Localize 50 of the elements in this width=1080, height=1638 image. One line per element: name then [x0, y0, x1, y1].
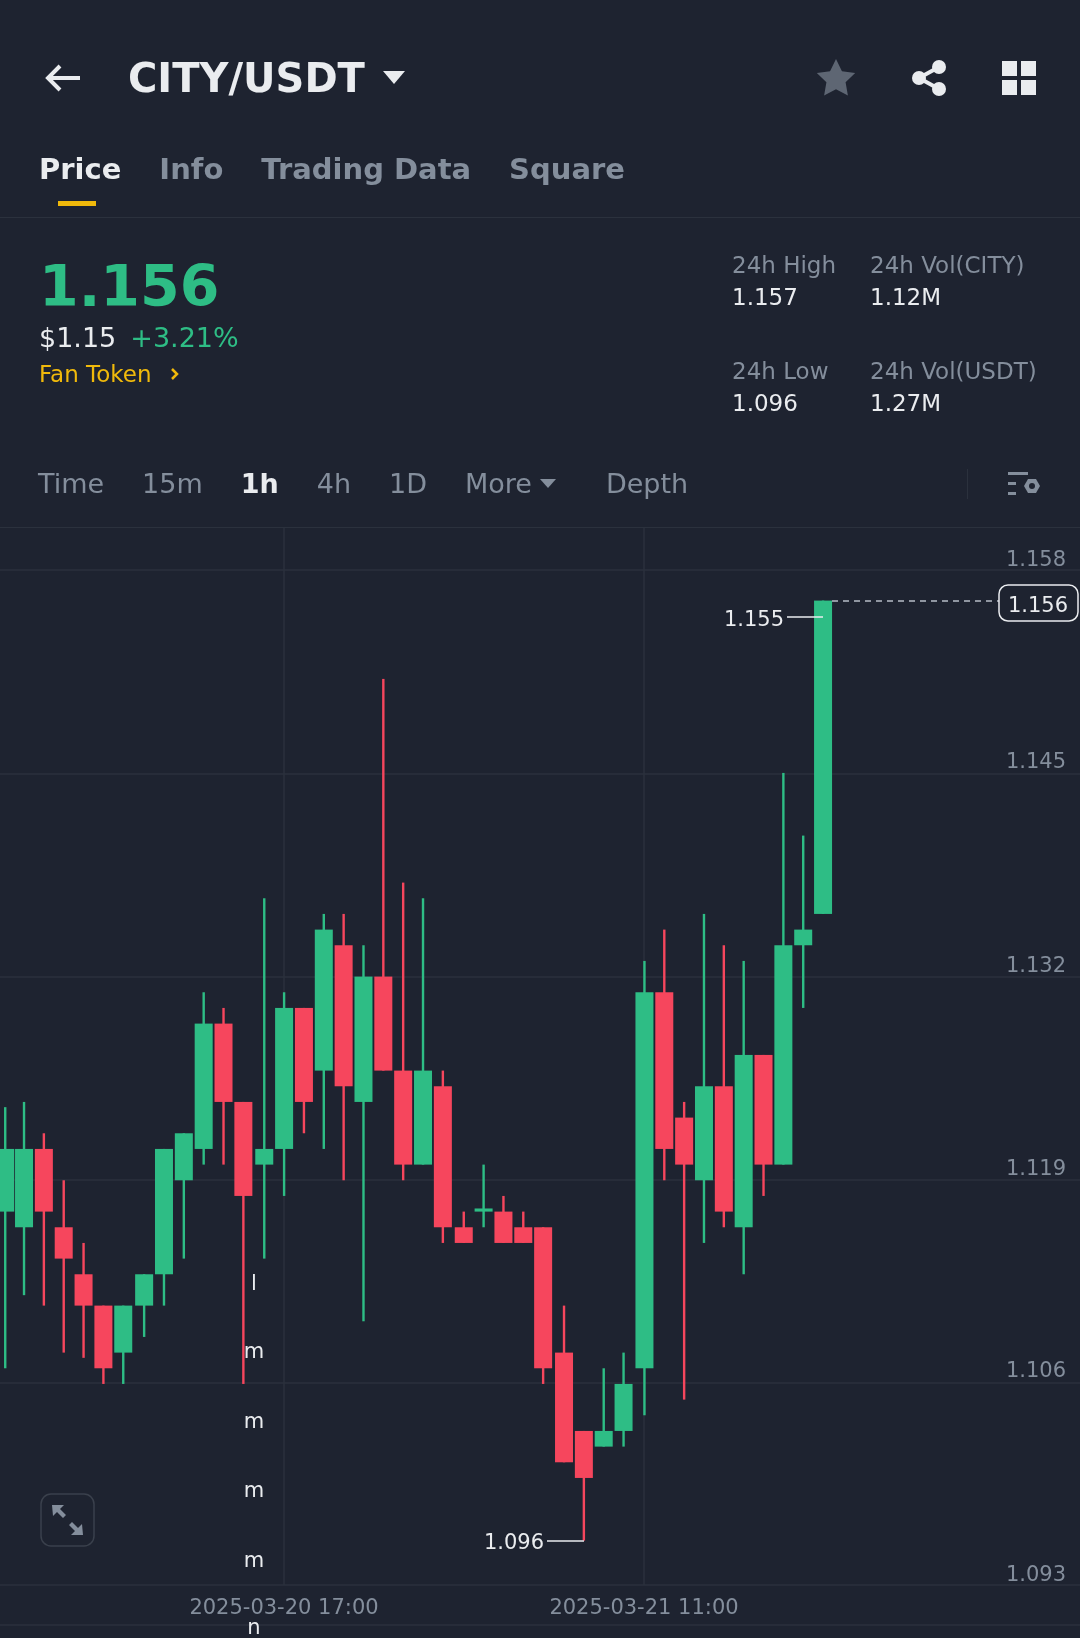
tab[interactable]: Price — [39, 152, 122, 206]
y-axis-label: 1.132 — [1005, 953, 1066, 977]
stat-value: 1.27M — [870, 390, 943, 416]
overlay-letter: m — [243, 1409, 265, 1433]
share-icon[interactable] — [910, 59, 948, 97]
interval-tab[interactable]: More — [465, 468, 556, 499]
price-change: +3.21% — [130, 322, 239, 354]
interval-tab[interactable]: 1h — [240, 468, 279, 499]
overlay-letter: m — [243, 1548, 265, 1572]
chevron-icon[interactable] — [169, 367, 180, 382]
tab[interactable]: Square — [509, 152, 625, 206]
low-price-label: 1.096 — [483, 1530, 544, 1554]
x-axis-label: 2025-03-21 11:00 — [549, 1595, 739, 1619]
token-tag-link[interactable]: Fan Token — [39, 361, 152, 388]
overlay-letter: m — [243, 1339, 265, 1363]
last-price: 1.156 — [39, 252, 221, 321]
stat-label: 24h High — [732, 252, 838, 278]
y-axis-label: 1.145 — [1005, 749, 1066, 773]
interval-tab[interactable]: Time — [38, 468, 105, 499]
stat-label: 24h Vol(USDT) — [870, 358, 1038, 384]
usd-price: $1.15 — [39, 322, 117, 354]
current-price-tag: 1.156 — [998, 584, 1079, 622]
pair-title[interactable]: CITY/USDT — [128, 55, 365, 101]
tab[interactable]: Info — [159, 152, 224, 206]
interval-tab[interactable]: 15m — [142, 468, 203, 499]
y-axis-label: 1.106 — [1005, 1358, 1066, 1382]
grid-icon[interactable] — [1002, 61, 1036, 95]
stat-value: 1.096 — [732, 390, 799, 416]
back-icon[interactable] — [44, 63, 82, 93]
caret-icon — [539, 478, 556, 489]
star-icon[interactable] — [816, 59, 856, 97]
chart-settings-icon[interactable] — [1008, 469, 1040, 498]
tab[interactable]: Trading Data — [261, 152, 472, 206]
high-price-label: 1.155 — [723, 607, 784, 631]
leader-line — [786, 616, 824, 618]
overlay-letter: m — [243, 1478, 265, 1502]
stat-value: 1.157 — [732, 284, 799, 310]
expand-icon[interactable] — [40, 1493, 95, 1547]
y-axis-label: 1.158 — [1005, 547, 1066, 571]
y-axis-label: 1.119 — [1005, 1156, 1066, 1180]
overlay-letter: l — [251, 1271, 257, 1295]
stat-label: 24h Vol(CITY) — [870, 252, 1026, 278]
interval-tab[interactable]: Depth — [605, 468, 689, 499]
stat-value: 1.12M — [870, 284, 943, 310]
interval-tab[interactable]: 1D — [389, 468, 428, 499]
stat-label: 24h Low — [732, 358, 830, 384]
leader-line — [546, 1540, 585, 1542]
caret-icon[interactable] — [382, 71, 405, 85]
y-axis-label: 1.093 — [1005, 1562, 1066, 1586]
interval-tab[interactable]: 4h — [316, 468, 352, 499]
